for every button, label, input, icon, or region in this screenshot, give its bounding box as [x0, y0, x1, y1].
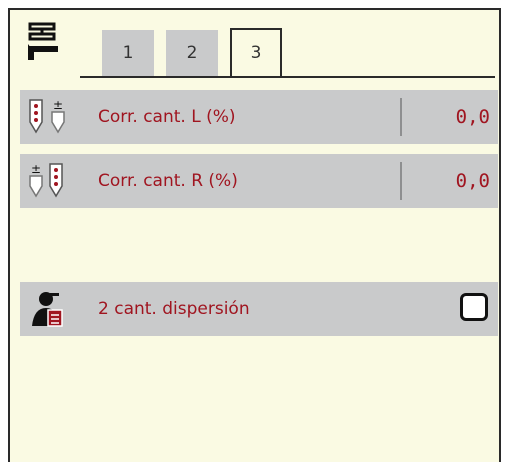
tab-2[interactable]: 2	[166, 30, 218, 76]
svg-text:±: ±	[31, 162, 41, 176]
row-separator	[400, 98, 402, 136]
dispersion-option-row[interactable]: 2 cant. dispersión	[20, 282, 498, 336]
settings-panel: 1 2 3 ± Corr. cant. L (%) 0,0 ± Corr. ca…	[8, 8, 501, 462]
corr-left-icon: ±	[29, 98, 65, 134]
tab-1[interactable]: 1	[102, 30, 154, 76]
corr-cant-r-row[interactable]: ± Corr. cant. R (%) 0,0	[20, 154, 498, 208]
corr-cant-l-label: Corr. cant. L (%)	[98, 107, 236, 127]
dispersion-checkbox[interactable]	[460, 293, 488, 321]
corr-cant-l-value[interactable]: 0,0	[456, 90, 490, 144]
tab-3[interactable]: 3	[230, 28, 282, 76]
corr-cant-r-label: Corr. cant. R (%)	[98, 171, 238, 191]
corr-right-icon: ±	[29, 162, 63, 198]
operator-doc-icon	[32, 292, 63, 327]
svg-text:±: ±	[53, 98, 63, 112]
corr-cant-l-row[interactable]: ± Corr. cant. L (%) 0,0	[20, 90, 498, 144]
row-separator	[400, 162, 402, 200]
dispersion-option-label: 2 cant. dispersión	[98, 299, 250, 319]
settings-wrench-icon	[28, 22, 58, 60]
tab-underline	[80, 76, 495, 78]
corr-cant-r-value[interactable]: 0,0	[456, 154, 490, 208]
header: 1 2 3	[10, 10, 499, 80]
